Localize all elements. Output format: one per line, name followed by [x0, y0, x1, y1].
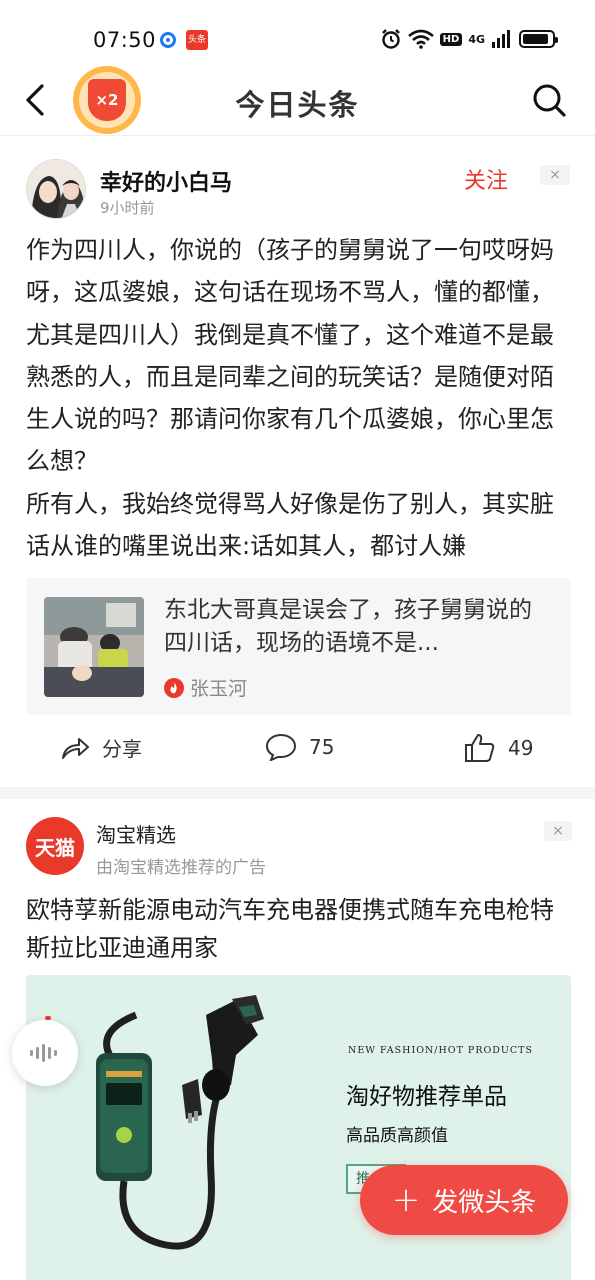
status-time: 07:50	[93, 28, 157, 52]
feed-divider	[0, 787, 595, 799]
ad-disclosure: 由淘宝精选推荐的广告	[96, 858, 266, 878]
quoted-article-source[interactable]: 张玉河	[164, 674, 247, 701]
network-type: 4G	[468, 32, 485, 46]
comment-button[interactable]: 75	[265, 733, 334, 761]
app-title: 今日头条	[235, 88, 360, 122]
source-flame-icon	[164, 677, 184, 698]
dismiss-ad-button[interactable]: ×	[544, 821, 572, 841]
post-micro-headline-button[interactable]: + 发微头条	[360, 1165, 568, 1235]
thumbnail-image	[44, 597, 144, 697]
fab-label: 发微头条	[432, 1187, 537, 1218]
source-name: 张玉河	[190, 678, 248, 700]
like-button[interactable]: 49	[464, 733, 533, 763]
status-icons: HD 4G	[380, 28, 558, 50]
wifi-icon	[407, 29, 434, 49]
search-icon[interactable]	[529, 80, 569, 120]
app-header: ×2 今日头条	[0, 62, 595, 136]
signal-icon	[492, 30, 510, 48]
battery-icon	[519, 30, 558, 48]
author-name[interactable]: 幸好的小白马	[100, 165, 232, 197]
share-button[interactable]: 分享	[60, 733, 142, 762]
post-paragraph: 所有人，我始终觉得骂人好像是伤了别人，其实脏话从谁的嘴里说出来:话如其人，都讨人…	[26, 489, 554, 561]
waveform-icon	[30, 1044, 57, 1062]
thumbs-up-icon	[465, 734, 495, 762]
share-label: 分享	[102, 737, 142, 761]
battery-level	[523, 34, 549, 44]
banner-title: 淘好物推荐单品	[346, 1084, 507, 1110]
banner-eyebrow: NEW FASHION/HOT PRODUCTS	[348, 1045, 534, 1056]
avatar-illustration	[27, 160, 85, 218]
tmall-logo[interactable]: 天猫	[26, 817, 84, 875]
quoted-article-card[interactable]: 东北大哥真是误会了，孩子舅舅说的四川话，现场的语境不是... 张玉河	[26, 578, 571, 715]
post-body[interactable]: 作为四川人，你说的（孩子的舅舅说了一句哎呀妈呀，这瓜婆娘，这句话在现场不骂人，懂…	[26, 229, 571, 567]
plus-icon: +	[391, 1180, 421, 1220]
voice-assistant-button[interactable]	[12, 1020, 78, 1086]
feed-post[interactable]: 幸好的小白马 9小时前 关注 × 作为四川人，你说的（孩子的舅舅说了一句哎呀妈呀…	[0, 137, 595, 787]
post-action-bar: 分享 75 49	[0, 733, 595, 773]
quoted-article-thumbnail	[44, 597, 144, 697]
author-avatar[interactable]	[26, 159, 86, 219]
quoted-article-title: 东北大哥真是误会了，孩子舅舅说的四川话，现场的语境不是...	[164, 597, 532, 656]
alarm-icon	[381, 29, 400, 49]
dismiss-post-button[interactable]: ×	[540, 165, 570, 185]
ev-charger-product-image	[96, 995, 264, 1250]
location-indicator-icon	[160, 32, 176, 48]
share-icon	[62, 737, 89, 759]
banner-subtitle: 高品质高颜值	[346, 1126, 448, 1146]
follow-button[interactable]: 关注	[464, 163, 508, 195]
hd-badge: HD	[439, 32, 463, 46]
comment-icon	[265, 733, 297, 761]
ad-advertiser-name[interactable]: 淘宝精选	[96, 819, 176, 848]
like-count: 49	[508, 736, 534, 760]
ad-title[interactable]: 欧特莩新能源电动汽车充电器便携式随车充电枪特斯拉比亚迪通用家	[26, 891, 571, 967]
post-time: 9小时前	[100, 199, 155, 217]
post-paragraph: 作为四川人，你说的（孩子的舅舅说了一句哎呀妈呀，这瓜婆娘，这句话在现场不骂人，懂…	[26, 236, 554, 476]
voice-indicator-dot	[45, 1016, 51, 1020]
comment-count: 75	[309, 735, 335, 759]
toutiao-app-icon: 头条	[186, 30, 208, 50]
